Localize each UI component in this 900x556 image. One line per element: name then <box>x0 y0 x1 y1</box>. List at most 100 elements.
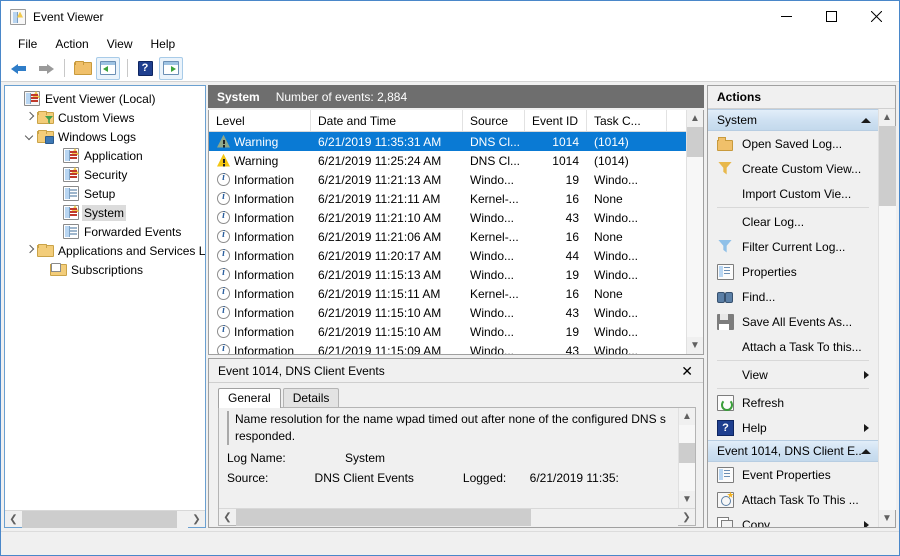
cell-event-id: 1014 <box>525 154 587 168</box>
event-row[interactable]: Information6/21/2019 11:21:06 AMKernel-.… <box>209 227 686 246</box>
action-item-attach-task-to-this[interactable]: Attach Task To This ... <box>708 487 878 512</box>
event-row[interactable]: Information6/21/2019 11:21:13 AMWindo...… <box>209 170 686 189</box>
event-row[interactable]: Warning6/21/2019 11:35:31 AMDNS Cl...101… <box>209 132 686 151</box>
event-row[interactable]: Information6/21/2019 11:15:10 AMWindo...… <box>209 303 686 322</box>
triangle-up-icon[interactable] <box>861 449 871 454</box>
submenu-arrow-icon[interactable] <box>864 424 869 432</box>
scroll-left-icon[interactable]: ❮ <box>5 511 22 528</box>
scroll-down-icon[interactable]: ▼ <box>679 491 696 508</box>
scroll-up-icon[interactable]: ▲ <box>679 408 696 425</box>
scroll-up-icon[interactable]: ▲ <box>879 109 896 126</box>
tree-item-security[interactable]: Security <box>5 165 205 184</box>
action-item-refresh[interactable]: Refresh <box>708 390 878 415</box>
scroll-right-icon[interactable]: ❯ <box>678 509 695 526</box>
triangle-up-icon[interactable] <box>861 118 871 123</box>
tab-details[interactable]: Details <box>283 388 340 408</box>
action-item-find[interactable]: Find... <box>708 284 878 309</box>
tree-item-setup[interactable]: Setup <box>5 184 205 203</box>
menu-item-help[interactable]: Help <box>142 34 185 54</box>
forward-button[interactable] <box>33 57 57 80</box>
column-header-event-id[interactable]: Event ID <box>525 110 587 131</box>
menu-item-action[interactable]: Action <box>46 34 97 54</box>
event-list-vertical-scrollbar[interactable]: ▲ ▼ <box>686 110 703 354</box>
show-hide-action-pane-button[interactable] <box>96 57 120 80</box>
tree-item-system[interactable]: System <box>5 203 205 222</box>
tree-item-applications-and-services-lo[interactable]: Applications and Services Lo <box>5 241 205 260</box>
detail-vertical-scrollbar[interactable]: ▲ ▼ <box>678 408 695 508</box>
tree-item-application[interactable]: Application <box>5 146 205 165</box>
back-button[interactable] <box>7 57 31 80</box>
submenu-arrow-icon[interactable] <box>864 371 869 379</box>
detail-horizontal-scrollbar[interactable]: ❮ ❯ <box>219 508 695 525</box>
scroll-thumb[interactable] <box>22 511 177 528</box>
event-row[interactable]: Warning6/21/2019 11:25:24 AMDNS Cl...101… <box>209 151 686 170</box>
log-page-icon <box>63 224 79 239</box>
scroll-down-icon[interactable]: ▼ <box>879 510 896 527</box>
menu-item-view[interactable]: View <box>98 34 142 54</box>
column-header-source[interactable]: Source <box>463 110 525 131</box>
actions-vertical-scrollbar[interactable]: ▲ ▼ <box>878 109 895 527</box>
scroll-track[interactable] <box>879 126 896 510</box>
tree-item-forwarded-events[interactable]: Forwarded Events <box>5 222 205 241</box>
scroll-track[interactable] <box>679 425 696 491</box>
minimize-icon[interactable] <box>764 1 809 32</box>
show-hide-console-tree-button[interactable] <box>70 57 94 80</box>
event-row[interactable]: Information6/21/2019 11:20:17 AMWindo...… <box>209 246 686 265</box>
properties-button[interactable] <box>159 57 183 80</box>
close-icon[interactable]: ✕ <box>677 364 697 378</box>
scroll-thumb[interactable] <box>879 126 896 206</box>
menu-item-file[interactable]: File <box>9 34 46 54</box>
action-item-create-custom-view[interactable]: Create Custom View... <box>708 156 878 181</box>
submenu-arrow-icon[interactable] <box>864 521 869 528</box>
actions-section-header[interactable]: Event 1014, DNS Client E... <box>708 440 878 462</box>
event-row[interactable]: Information6/21/2019 11:21:10 AMWindo...… <box>209 208 686 227</box>
scroll-thumb[interactable] <box>687 127 704 157</box>
action-item-view[interactable]: View <box>708 362 878 387</box>
action-item-attach-a-task-to-this[interactable]: Attach a Task To this... <box>708 334 878 359</box>
action-item-import-custom-vie[interactable]: Import Custom Vie... <box>708 181 878 206</box>
tree-item-label: Application <box>82 148 145 164</box>
event-row[interactable]: Information6/21/2019 11:15:10 AMWindo...… <box>209 322 686 341</box>
tree-horizontal-scrollbar[interactable]: ❮ ❯ <box>5 510 205 527</box>
event-row[interactable]: Information6/21/2019 11:15:09 AMWindo...… <box>209 341 686 354</box>
column-header-task-c[interactable]: Task C... <box>587 110 667 131</box>
scroll-thumb[interactable] <box>679 443 696 463</box>
collapse-icon[interactable] <box>22 130 36 144</box>
action-item-help[interactable]: ?Help <box>708 415 878 440</box>
maximize-icon[interactable] <box>809 1 854 32</box>
close-icon[interactable] <box>854 1 899 32</box>
action-item-open-saved-log[interactable]: Open Saved Log... <box>708 131 878 156</box>
event-row[interactable]: Information6/21/2019 11:21:11 AMKernel-.… <box>209 189 686 208</box>
action-item-properties[interactable]: Properties <box>708 259 878 284</box>
expand-icon[interactable] <box>22 244 36 258</box>
action-item-label: Filter Current Log... <box>742 240 878 254</box>
column-header-date-and-time[interactable]: Date and Time <box>311 110 463 131</box>
action-item-save-all-events-as[interactable]: Save All Events As... <box>708 309 878 334</box>
actions-section-header[interactable]: System <box>708 109 878 131</box>
tab-general[interactable]: General <box>218 388 281 408</box>
scroll-right-icon[interactable]: ❯ <box>188 511 205 528</box>
tree-item-windows-logs[interactable]: Windows Logs <box>5 127 205 146</box>
tree-item-event-viewer-local[interactable]: Event Viewer (Local) <box>5 89 205 108</box>
scroll-thumb[interactable] <box>236 509 531 526</box>
help-button[interactable]: ? <box>133 57 157 80</box>
scroll-track[interactable] <box>22 511 188 528</box>
action-item-clear-log[interactable]: Clear Log... <box>708 209 878 234</box>
event-row[interactable]: Information6/21/2019 11:15:11 AMKernel-.… <box>209 284 686 303</box>
event-row[interactable]: Information6/21/2019 11:15:13 AMWindo...… <box>209 265 686 284</box>
tree-item-label: Forwarded Events <box>82 224 183 240</box>
expand-icon[interactable] <box>22 111 36 125</box>
action-item-event-properties[interactable]: Event Properties <box>708 462 878 487</box>
cell-level: Information <box>209 287 311 301</box>
filter-icon <box>717 239 734 255</box>
scroll-track[interactable] <box>236 509 678 526</box>
tree-item-custom-views[interactable]: Custom Views <box>5 108 205 127</box>
scroll-left-icon[interactable]: ❮ <box>219 509 236 526</box>
column-header-level[interactable]: Level <box>209 110 311 131</box>
action-item-filter-current-log[interactable]: Filter Current Log... <box>708 234 878 259</box>
action-item-copy[interactable]: Copy <box>708 512 878 527</box>
scroll-down-icon[interactable]: ▼ <box>687 337 704 354</box>
scroll-up-icon[interactable]: ▲ <box>687 110 704 127</box>
scroll-track[interactable] <box>687 127 704 337</box>
tree-item-subscriptions[interactable]: Subscriptions <box>5 260 205 279</box>
